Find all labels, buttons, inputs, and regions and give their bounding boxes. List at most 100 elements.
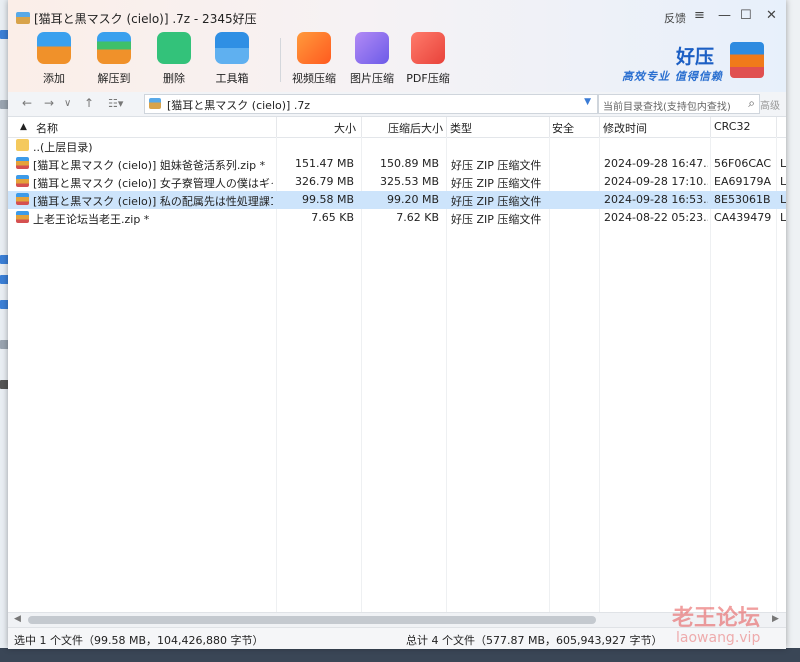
desktop-bottom-edge bbox=[0, 648, 800, 662]
truncated-cell: L bbox=[780, 193, 786, 206]
scrollbar-thumb[interactable] bbox=[28, 616, 596, 624]
video-compress-label: 视频压缩 bbox=[292, 72, 336, 85]
recycle-icon bbox=[157, 32, 191, 64]
file-name: 上老王论坛当老王.zip * bbox=[33, 213, 150, 226]
file-name: ..(上层目录) bbox=[33, 141, 93, 154]
column-name[interactable]: 名称 bbox=[36, 120, 58, 136]
window-header: [猫耳と黒マスク (cielo)] .7z - 2345好压 反馈 ≡ — ☐ … bbox=[8, 0, 786, 92]
parent-directory-row[interactable]: ..(上层目录) bbox=[8, 137, 786, 155]
modified-time: 2024-09-28 16:53... bbox=[604, 193, 708, 206]
file-type: 好压 ZIP 压缩文件 bbox=[451, 159, 542, 172]
column-divider bbox=[276, 117, 277, 137]
watermark-text: 老王论坛 bbox=[672, 606, 761, 631]
extract-icon bbox=[97, 32, 131, 64]
search-input[interactable]: 当前目录查找(支持包内查找) ⌕ bbox=[598, 94, 760, 114]
file-name: [猫耳と黒マスク (cielo)] 姐妹爸爸活系列.zip * bbox=[33, 159, 266, 172]
pdf-icon bbox=[411, 32, 445, 64]
modified-time: 2024-09-28 17:10... bbox=[604, 175, 708, 188]
column-type[interactable]: 类型 bbox=[450, 120, 472, 136]
close-button[interactable]: ✕ bbox=[766, 8, 777, 23]
horizontal-scrollbar[interactable]: ◀ ▶ bbox=[8, 612, 786, 627]
scroll-right-icon[interactable]: ▶ bbox=[772, 614, 779, 624]
add-button[interactable]: 添加 bbox=[26, 32, 82, 86]
app-icon bbox=[16, 12, 30, 24]
window-title: [猫耳と黒マスク (cielo)] .7z - 2345好压 bbox=[34, 12, 257, 26]
column-divider bbox=[599, 117, 600, 137]
image-compress-label: 图片压缩 bbox=[350, 72, 394, 85]
packed-size: 325.53 MB bbox=[379, 175, 439, 188]
toolbar-divider bbox=[280, 38, 281, 82]
forward-arrow-icon[interactable]: → bbox=[44, 96, 54, 110]
modified-time: 2024-09-28 16:47... bbox=[604, 157, 708, 170]
table-row-selected[interactable]: [猫耳と黒マスク (cielo)] 私の配属先は性処理課1-2... 99.58… bbox=[8, 191, 786, 209]
search-icon[interactable]: ⌕ bbox=[748, 96, 755, 111]
video-icon bbox=[297, 32, 331, 64]
column-header: ▲ 名称 大小 压缩后大小 类型 安全 修改时间 CRC32 bbox=[8, 117, 786, 138]
table-row[interactable]: 上老王论坛当老王.zip * 7.65 KB 7.62 KB 好压 ZIP 压缩… bbox=[8, 209, 786, 227]
column-modified[interactable]: 修改时间 bbox=[603, 120, 647, 136]
crc32-value: 56F06CAC bbox=[714, 157, 772, 170]
pdf-compress-label: PDF压缩 bbox=[406, 72, 450, 85]
packed-size: 99.20 MB bbox=[386, 193, 439, 206]
search-placeholder: 当前目录查找(支持包内查找) bbox=[603, 102, 731, 113]
address-bar: ← → ∨ ↑ ☷▾ [猫耳と黒マスク (cielo)] .7z ▼ 当前目录查… bbox=[8, 92, 786, 117]
history-dropdown-icon[interactable]: ∨ bbox=[64, 98, 71, 109]
image-compress-button[interactable]: 图片压缩 bbox=[344, 32, 400, 86]
packed-size: 150.89 MB bbox=[379, 157, 439, 170]
packed-size: 7.62 KB bbox=[396, 211, 439, 224]
view-mode-icon[interactable]: ☷▾ bbox=[108, 97, 123, 110]
extract-button[interactable]: 解压到 bbox=[86, 32, 142, 86]
delete-label: 删除 bbox=[163, 72, 185, 85]
archive-icon bbox=[149, 98, 161, 109]
folder-icon bbox=[16, 139, 29, 151]
column-divider bbox=[776, 117, 777, 137]
status-bar: 选中 1 个文件（99.58 MB，104,426,880 字节） 总计 4 个… bbox=[8, 627, 786, 649]
desktop-right-edge bbox=[786, 0, 800, 662]
file-size: 99.58 MB bbox=[301, 193, 354, 206]
menu-icon[interactable]: ≡ bbox=[694, 8, 705, 23]
modified-time: 2024-08-22 05:23... bbox=[604, 211, 708, 224]
column-security[interactable]: 安全 bbox=[552, 120, 574, 136]
file-name: [猫耳と黒マスク (cielo)] 女子寮管理人の僕はギャ... bbox=[33, 177, 273, 190]
column-packed-size[interactable]: 压缩后大小 bbox=[388, 120, 443, 136]
table-row[interactable]: [猫耳と黒マスク (cielo)] 女子寮管理人の僕はギャ... 326.79 … bbox=[8, 173, 786, 191]
path-text: [猫耳と黒マスク (cielo)] .7z bbox=[167, 99, 311, 112]
file-type: 好压 ZIP 压缩文件 bbox=[451, 213, 542, 226]
image-icon bbox=[355, 32, 389, 64]
crc32-value: CA439479 bbox=[714, 211, 772, 224]
app-window: [猫耳と黒マスク (cielo)] .7z - 2345好压 反馈 ≡ — ☐ … bbox=[8, 0, 786, 649]
video-compress-button[interactable]: 视频压缩 bbox=[286, 32, 342, 86]
zip-archive-icon bbox=[16, 193, 29, 205]
minimize-button[interactable]: — bbox=[718, 8, 731, 23]
file-size: 7.65 KB bbox=[311, 211, 354, 224]
brand-slogan: 高效专业 值得信赖 bbox=[622, 70, 723, 83]
brand-title: 好压 bbox=[676, 46, 715, 68]
truncated-cell: L bbox=[780, 157, 786, 170]
up-arrow-icon[interactable]: ↑ bbox=[84, 96, 94, 110]
zip-archive-icon bbox=[16, 157, 29, 169]
column-crc32[interactable]: CRC32 bbox=[714, 120, 750, 133]
toolbox-button[interactable]: 工具箱 bbox=[204, 32, 260, 86]
table-row[interactable]: [猫耳と黒マスク (cielo)] 姐妹爸爸活系列.zip * 151.47 M… bbox=[8, 155, 786, 173]
add-icon bbox=[37, 32, 71, 64]
path-field[interactable]: [猫耳と黒マスク (cielo)] .7z ▼ bbox=[144, 94, 598, 114]
file-size: 151.47 MB bbox=[294, 157, 354, 170]
chevron-down-icon[interactable]: ▼ bbox=[584, 97, 591, 107]
selection-status: 选中 1 个文件（99.58 MB，104,426,880 字节） bbox=[14, 634, 264, 647]
file-size: 326.79 MB bbox=[294, 175, 354, 188]
truncated-cell: L bbox=[780, 175, 786, 188]
toolbox-label: 工具箱 bbox=[215, 72, 249, 85]
maximize-button[interactable]: ☐ bbox=[740, 8, 752, 23]
add-label: 添加 bbox=[43, 72, 65, 85]
feedback-link[interactable]: 反馈 bbox=[664, 10, 686, 26]
brand-logo: 好压 高效专业 值得信赖 bbox=[618, 40, 768, 86]
column-divider bbox=[549, 117, 550, 137]
back-arrow-icon[interactable]: ← bbox=[22, 96, 32, 110]
advanced-search-button[interactable]: 高级 bbox=[760, 97, 780, 112]
file-name: [猫耳と黒マスク (cielo)] 私の配属先は性処理課1-2... bbox=[33, 195, 273, 208]
pdf-compress-button[interactable]: PDF压缩 bbox=[400, 32, 456, 86]
column-divider bbox=[710, 117, 711, 137]
scroll-left-icon[interactable]: ◀ bbox=[14, 614, 21, 624]
delete-button[interactable]: 删除 bbox=[146, 32, 202, 86]
column-size[interactable]: 大小 bbox=[334, 120, 356, 136]
